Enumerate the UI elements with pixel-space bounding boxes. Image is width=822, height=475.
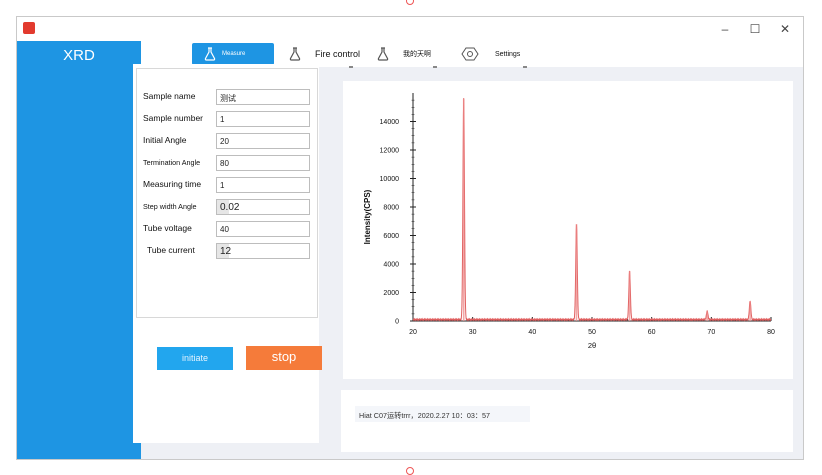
stop-button[interactable]: stop (246, 346, 322, 370)
measuring-time-value: 1 (220, 181, 225, 190)
title-bar: – ☐ ✕ (17, 17, 803, 42)
initial-angle-field[interactable]: 20 (216, 133, 310, 149)
termination-angle-value: 80 (220, 159, 229, 168)
log-panel: Hiat C07运转trrr，2020.2.27 10：03：57 (341, 390, 793, 452)
app-icon (23, 22, 35, 34)
tube-voltage-value: 40 (220, 225, 229, 234)
sidebar: XRD (17, 41, 141, 459)
form-row-step-width-angle: Step width Angle 0.02 (141, 199, 317, 215)
x-tick-label: 80 (767, 329, 775, 336)
form-row-measuring-time: Measuring time 1 (141, 177, 317, 193)
x-tick-label: 50 (588, 329, 596, 336)
nav-label-custom: 我的天啊 (403, 51, 431, 58)
tube-current-field[interactable]: 12 (216, 243, 310, 259)
y-tick-label: 10000 (380, 176, 400, 183)
y-tick-label: 8000 (383, 205, 399, 212)
nav-item-measure[interactable]: Measure (192, 43, 274, 65)
decorative-circle-top (406, 0, 414, 5)
y-tick-label: 4000 (383, 262, 399, 269)
chevron-down-icon (433, 66, 437, 68)
flask-icon (204, 47, 216, 61)
x-tick-label: 60 (648, 329, 656, 336)
initial-angle-label: Initial Angle (143, 135, 187, 145)
flask-icon (377, 47, 389, 61)
sample-number-field[interactable]: 1 (216, 111, 310, 127)
sample-number-value: 1 (220, 115, 225, 124)
xrd-chart: 20 30 40 50 60 70 80 0 2000 4000 6000 8000 10000 1200… (363, 93, 775, 350)
measuring-time-field[interactable]: 1 (216, 177, 310, 193)
series-line-trace (412, 98, 772, 322)
nav-label-fire-control: Fire control (315, 49, 361, 59)
step-width-angle-value: 0.02 (220, 202, 240, 213)
y-tick-label: 2000 (383, 290, 399, 297)
gear-icon (461, 47, 479, 61)
chevron-down-icon (523, 66, 527, 68)
chevron-down-icon (349, 66, 353, 68)
tube-voltage-field[interactable]: 40 (216, 221, 310, 237)
tube-current-label: Tube current (147, 245, 195, 255)
form-row-sample-number: Sample number 1 (141, 111, 317, 127)
sample-number-label: Sample number (143, 113, 204, 123)
y-tick-label: 0 (395, 319, 399, 326)
y-tick-label: 14000 (380, 119, 400, 126)
app-title: XRD (63, 47, 95, 64)
parameter-form: Sample name 测试 Sample number 1 Initial A… (136, 68, 318, 318)
x-tick-label: 30 (469, 329, 477, 336)
y-tick-label: 12000 (380, 148, 400, 155)
x-tick-label: 20 (409, 329, 417, 336)
close-button[interactable]: ✕ (771, 19, 799, 39)
form-row-tube-current: Tube current 12 (141, 243, 317, 259)
x-tick-label: 70 (707, 329, 715, 336)
nav-item-custom[interactable]: 我的天啊 (377, 43, 437, 68)
nav-label-measure: Measure (222, 51, 246, 57)
decorative-circle-bottom (406, 467, 414, 475)
minimize-button[interactable]: – (711, 19, 739, 39)
maximize-button[interactable]: ☐ (741, 19, 769, 39)
chart-panel: 20 30 40 50 60 70 80 0 2000 4000 6000 8000 10000 1200… (343, 81, 793, 379)
measuring-time-label: Measuring time (143, 179, 202, 189)
nav-label-settings: Settings (495, 50, 521, 58)
sample-name-field[interactable]: 测试 (216, 89, 310, 105)
y-axis-label: Intensity(CPS) (363, 189, 372, 244)
step-width-angle-field[interactable]: 0.02 (216, 199, 310, 215)
x-axis-label: 2θ (588, 341, 596, 350)
initiate-button[interactable]: initiate (157, 347, 233, 370)
nav-item-settings[interactable]: Settings (461, 43, 527, 68)
tube-voltage-label: Tube voltage (143, 223, 192, 233)
form-row-termination-angle: Termination Angle 80 (141, 155, 317, 171)
termination-angle-label: Termination Angle (143, 158, 201, 167)
step-width-angle-label: Step width Angle (143, 202, 197, 211)
sample-name-value: 测试 (220, 94, 236, 103)
x-tick-label: 40 (528, 329, 536, 336)
form-row-tube-voltage: Tube voltage 40 (141, 221, 317, 237)
form-row-initial-angle: Initial Angle 20 (141, 133, 317, 149)
flask-icon (289, 47, 301, 61)
log-message: Hiat C07运转trrr，2020.2.27 10：03：57 (359, 411, 491, 420)
y-tick-label: 6000 (383, 233, 399, 240)
termination-angle-field[interactable]: 80 (216, 155, 310, 171)
sample-name-label: Sample name (143, 91, 196, 101)
tube-current-value: 12 (220, 246, 232, 257)
initial-angle-value: 20 (220, 137, 229, 146)
form-row-sample-name: Sample name 测试 (141, 89, 317, 105)
nav-item-fire-control[interactable]: Fire control (289, 43, 361, 68)
